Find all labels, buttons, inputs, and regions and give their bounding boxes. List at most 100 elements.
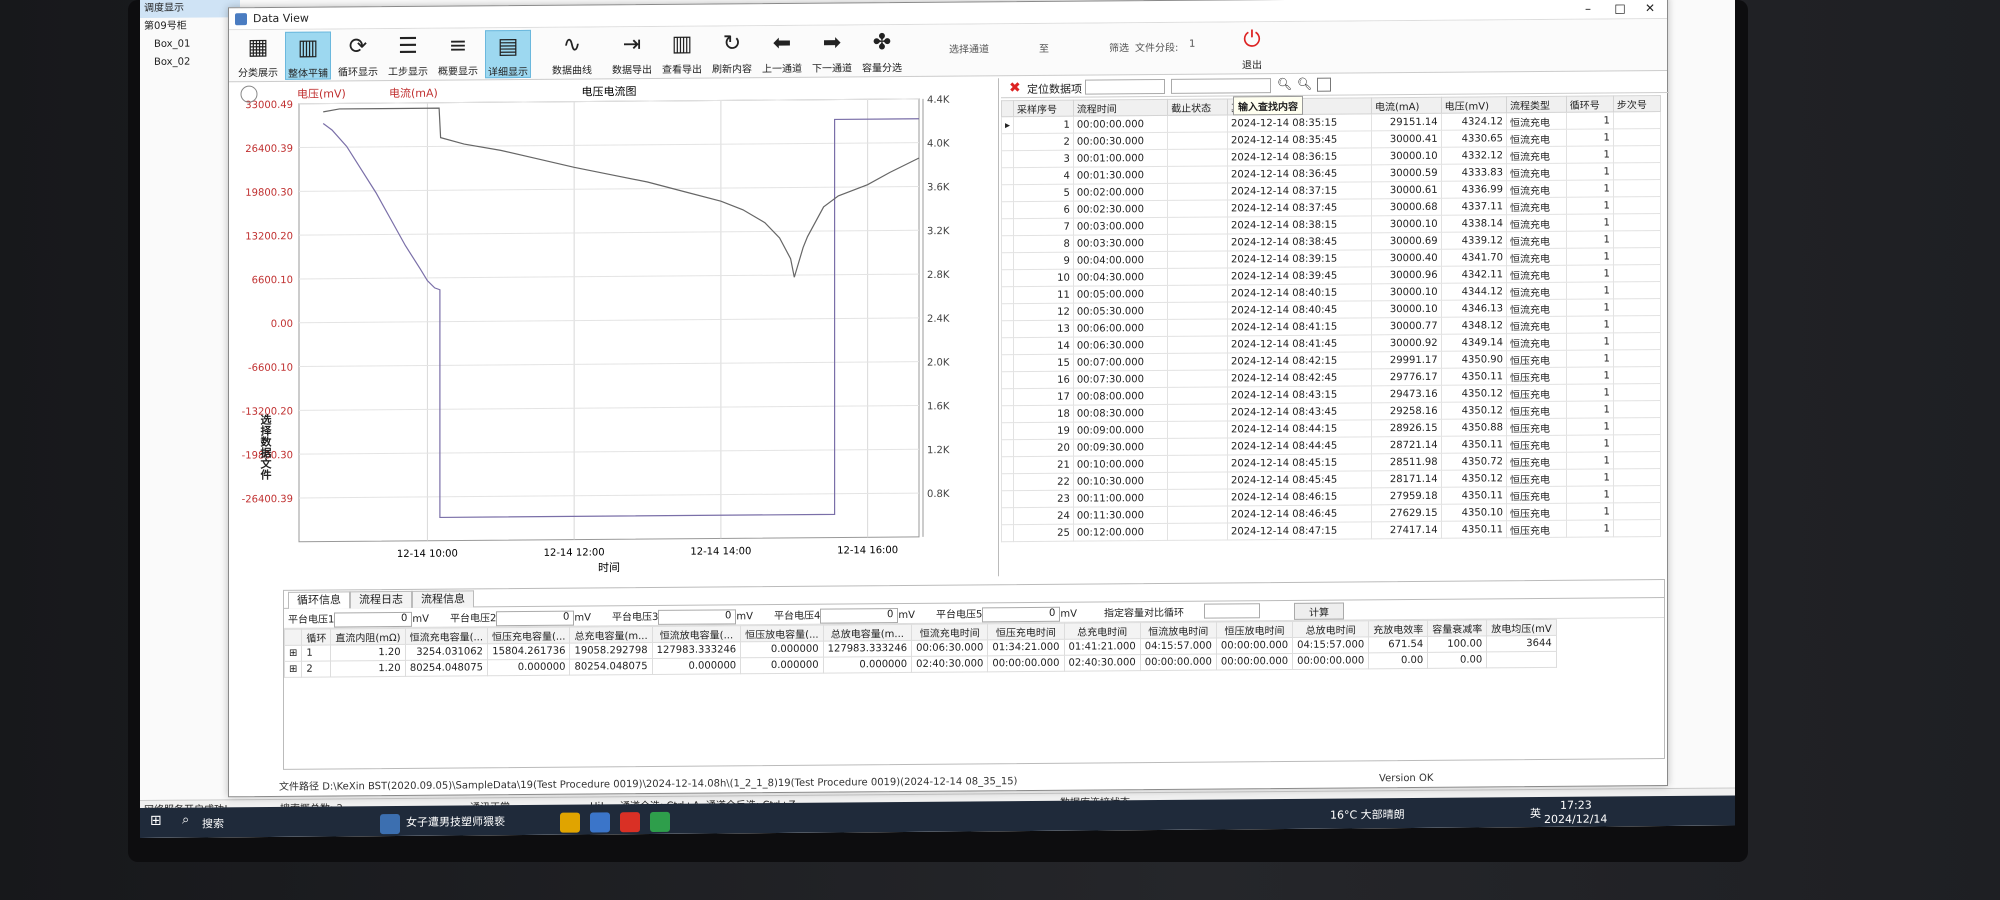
app-icon-green[interactable]	[650, 811, 670, 832]
calc-button[interactable]: 计算	[1294, 602, 1344, 620]
search-icon[interactable]: ⌕	[182, 813, 189, 828]
toolbar-button-8[interactable]: ▥ 查看导出	[659, 29, 705, 77]
tree-item[interactable]: Box_02	[140, 53, 240, 72]
tree-item[interactable]: Box_01	[140, 35, 240, 54]
column-header[interactable]: 恒流放电容量(...	[652, 625, 741, 643]
table-cell: 恒流充电	[1506, 299, 1567, 317]
toolbar-button-4[interactable]: ≡ 概要显示	[435, 30, 481, 78]
edge-icon[interactable]	[380, 813, 400, 835]
column-header[interactable]: 恒流充电时间	[911, 623, 988, 641]
tree-item[interactable]: 调度显示	[140, 0, 240, 18]
clock-date[interactable]: 2024/12/14	[1544, 812, 1607, 825]
power-icon: ⏻	[1243, 27, 1261, 53]
column-header[interactable]: 容量衰减率	[1427, 619, 1487, 637]
toolbar-button-12[interactable]: ✤ 容量分选	[859, 27, 905, 75]
column-header[interactable]: 总放电时间	[1292, 620, 1369, 638]
minimize-button[interactable]: –	[1573, 0, 1603, 20]
column-header[interactable]: 恒压放电时间	[1216, 621, 1293, 639]
platform-input[interactable]: 0	[820, 607, 899, 624]
compare-select[interactable]	[1204, 603, 1260, 619]
close-icon[interactable]: ✖	[1009, 80, 1021, 96]
search-next-icon[interactable]: 🔍︎	[1297, 77, 1312, 91]
table-cell: 2024-12-14 08:45:15	[1227, 453, 1372, 472]
column-header[interactable]: 总充电时间	[1064, 622, 1141, 640]
close-button[interactable]: ✕	[1635, 0, 1665, 19]
column-header[interactable]: 恒压放电容量(...	[740, 625, 824, 642]
table-cell: 1	[1566, 162, 1614, 181]
grid-settings-icon[interactable]	[1317, 77, 1331, 92]
weather[interactable]: 16°C 大部晴朗	[1330, 806, 1405, 823]
exit-label: 退出	[1242, 60, 1262, 72]
column-header[interactable]: 流程类型	[1506, 96, 1567, 113]
range-label: 选择通道	[949, 44, 989, 56]
toolbar-button-1[interactable]: ▥ 整体平铺	[285, 31, 331, 80]
column-header[interactable]: 电压(mV)	[1441, 96, 1507, 114]
folder-icon[interactable]	[560, 812, 580, 833]
table-cell: 1	[1566, 332, 1614, 351]
ime-indicator[interactable]: 英	[1530, 805, 1541, 821]
column-header[interactable]: 总充电容量(m...	[569, 626, 653, 644]
table-cell	[1613, 502, 1661, 520]
expand-icon[interactable]: ⊞	[284, 645, 302, 662]
clock-time[interactable]: 17:23	[1560, 799, 1592, 812]
table-cell	[1167, 454, 1228, 473]
toolbar-icon-2: ⟳	[348, 34, 368, 60]
toolbar-button-2[interactable]: ⟳ 循环显示	[335, 31, 381, 79]
file-split-value[interactable]: 1	[1189, 39, 1195, 50]
table-cell: 29776.17	[1371, 368, 1442, 386]
app-icon-csn[interactable]	[590, 812, 610, 833]
taskbar-app-title[interactable]: 女子遭男技塑师猥亵	[406, 813, 505, 830]
expand-icon[interactable]: ⊞	[284, 661, 302, 678]
toolbar-icon-6: ∿	[562, 32, 582, 58]
tab-0[interactable]: 循环信息	[288, 591, 350, 609]
toolbar-button-11[interactable]: ➡ 下一通道	[809, 27, 855, 75]
platform-input[interactable]: 0	[496, 610, 575, 626]
column-header[interactable]: 恒压充电时间	[987, 623, 1065, 640]
locate-select[interactable]	[1085, 78, 1165, 95]
column-header[interactable]: 循环号	[1566, 95, 1614, 113]
toolbar-button-6[interactable]: ∿ 数据曲线	[549, 29, 595, 77]
toolbar-button-9[interactable]: ↻ 刷新内容	[709, 28, 755, 76]
column-header[interactable]: 直流内阻(mΩ)	[330, 628, 406, 646]
column-header[interactable]: 电流(mA)	[1371, 97, 1442, 114]
table-cell: 0.000000	[740, 641, 824, 658]
platform-input[interactable]: 0	[982, 606, 1061, 622]
toolbar-button-7[interactable]: ⇥ 数据导出	[609, 29, 655, 77]
column-header[interactable]: 恒流放电时间	[1140, 622, 1217, 639]
column-header[interactable]: 恒流充电容量(...	[405, 627, 488, 645]
column-header[interactable]: 循环	[301, 629, 331, 646]
column-header[interactable]: 总放电容量(m...	[823, 624, 912, 642]
search-icon[interactable]: 🔍︎	[1277, 77, 1292, 91]
table-cell	[1167, 522, 1228, 541]
column-header[interactable]: 放电均压(mV	[1486, 619, 1557, 636]
toolbar-button-0[interactable]: ▦ 分类展示	[235, 32, 281, 80]
wps-icon[interactable]	[620, 812, 640, 833]
column-header[interactable]: 采样序号	[1013, 100, 1074, 117]
exit-button[interactable]: ⏻ 退出	[1229, 24, 1275, 72]
search-input[interactable]	[1171, 78, 1271, 94]
column-header[interactable]: 截止状态	[1167, 98, 1228, 116]
toolbar-button-3[interactable]: ☰ 工步显示	[385, 31, 431, 79]
platform-input[interactable]: 0	[658, 608, 737, 625]
toolbar-button-10[interactable]: ⬅ 上一通道	[759, 28, 805, 76]
platform-input[interactable]: 0	[334, 611, 413, 627]
row-marker	[1001, 286, 1014, 304]
table-cell: 恒流充电	[1506, 265, 1567, 283]
column-header[interactable]: 流程时间	[1073, 99, 1168, 117]
table-cell: 00:10:00.000	[1073, 455, 1168, 474]
column-header[interactable]: 恒压充电容量(...	[487, 627, 570, 644]
maximize-button[interactable]: □	[1605, 0, 1635, 19]
column-header[interactable]: 步次号	[1613, 95, 1661, 112]
column-header[interactable]: 充放电效率	[1368, 620, 1428, 637]
y2-tick-label: 2.8K	[927, 270, 950, 281]
toolbar-label: 查看导出	[662, 64, 702, 76]
chart-panel: 12-14 10:00 12-14 12:00 12-14 14:00 12-14 1…	[229, 78, 999, 583]
tab-2[interactable]: 流程信息	[412, 590, 474, 608]
tab-1[interactable]: 流程日志	[350, 590, 412, 609]
tree-item[interactable]: 第09号柜	[140, 17, 240, 36]
windows-start-icon[interactable]: ⊞	[150, 813, 162, 829]
table-cell: 2024-12-14 08:38:15	[1227, 215, 1372, 234]
toolbar-button-5[interactable]: ▤ 详细显示	[485, 29, 531, 79]
taskbar-search[interactable]: 搜索	[202, 815, 224, 831]
select-file-label[interactable]: 选择数据文件	[257, 414, 273, 480]
